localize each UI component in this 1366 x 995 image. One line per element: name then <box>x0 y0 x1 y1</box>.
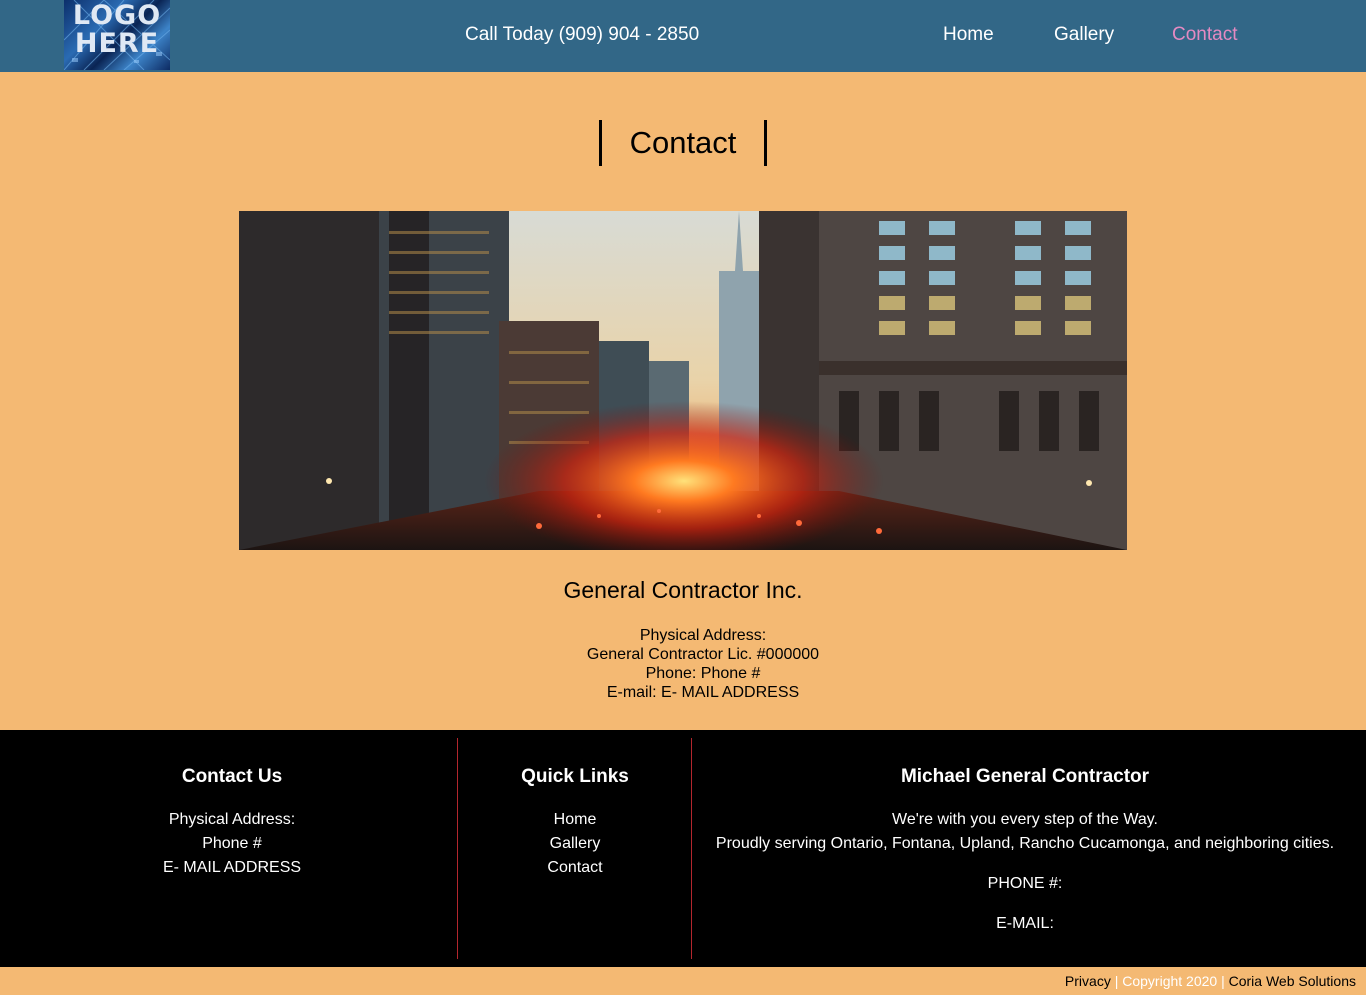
nav-gallery[interactable]: Gallery <box>1054 24 1114 46</box>
footer-contact-phone: Phone # <box>202 835 262 852</box>
page-title: Contact <box>629 125 737 160</box>
footer-contact: Contact Us Physical Address: Phone # E- … <box>92 766 372 880</box>
info-license: General Contractor Lic. #000000 <box>586 646 820 663</box>
footer-divider <box>691 738 692 959</box>
company-info: Physical Address: General Contractor Lic… <box>503 626 903 702</box>
footer-contact-email: E- MAIL ADDRESS <box>162 859 302 876</box>
page-title-box: Contact <box>599 120 767 166</box>
footer-quick-links-heading: Quick Links <box>521 766 629 787</box>
info-phone: Phone: Phone # <box>645 665 761 682</box>
logo-text-line2: HERE <box>74 28 160 59</box>
footer-phone-label: PHONE #: <box>987 875 1063 892</box>
footer-quick-links: Quick Links Home Gallery Contact <box>495 766 655 880</box>
separator: | <box>1114 973 1119 989</box>
bottom-bar: Privacy | Copyright 2020 | Coria Web Sol… <box>0 967 1366 995</box>
logo-text: LOGO HERE <box>64 2 170 58</box>
nav-home[interactable]: Home <box>943 24 994 46</box>
site-header: LOGO HERE Call Today (909) 904 - 2850 Ho… <box>0 0 1366 72</box>
footer-about-heading: Michael General Contractor <box>900 766 1150 787</box>
logo[interactable]: LOGO HERE <box>64 0 170 70</box>
copyright-text: Copyright 2020 <box>1122 973 1218 989</box>
site-footer: Contact Us Physical Address: Phone # E- … <box>0 730 1366 967</box>
footer-contact-heading: Contact Us <box>181 766 283 787</box>
footer-divider <box>457 738 458 959</box>
city-sunset-illustration <box>239 211 1127 550</box>
footer-about: Michael General Contractor We're with yo… <box>700 766 1350 936</box>
hero-image <box>239 211 1127 550</box>
footer-tagline: We're with you every step of the Way. <box>892 811 1158 828</box>
bottom-bar-text: Privacy | Copyright 2020 | Coria Web Sol… <box>1065 973 1356 989</box>
footer-serving: Proudly serving Ontario, Fontana, Upland… <box>715 835 1335 852</box>
footer-link-gallery[interactable]: Gallery <box>495 832 655 856</box>
separator: | <box>1221 973 1225 989</box>
footer-contact-address: Physical Address: <box>168 811 296 828</box>
company-name: General Contractor Inc. <box>563 577 803 603</box>
header-phone[interactable]: Call Today (909) 904 - 2850 <box>465 24 699 46</box>
footer-link-contact[interactable]: Contact <box>495 856 655 880</box>
info-email: E-mail: E- MAIL ADDRESS <box>606 684 800 701</box>
nav-contact[interactable]: Contact <box>1172 24 1237 46</box>
logo-text-line1: LOGO <box>72 0 162 31</box>
footer-email-label: E-MAIL: <box>996 915 1054 932</box>
info-address: Physical Address: <box>639 627 767 644</box>
privacy-link[interactable]: Privacy <box>1065 973 1111 989</box>
credit-link[interactable]: Coria Web Solutions <box>1229 973 1356 989</box>
footer-link-home[interactable]: Home <box>495 808 655 832</box>
